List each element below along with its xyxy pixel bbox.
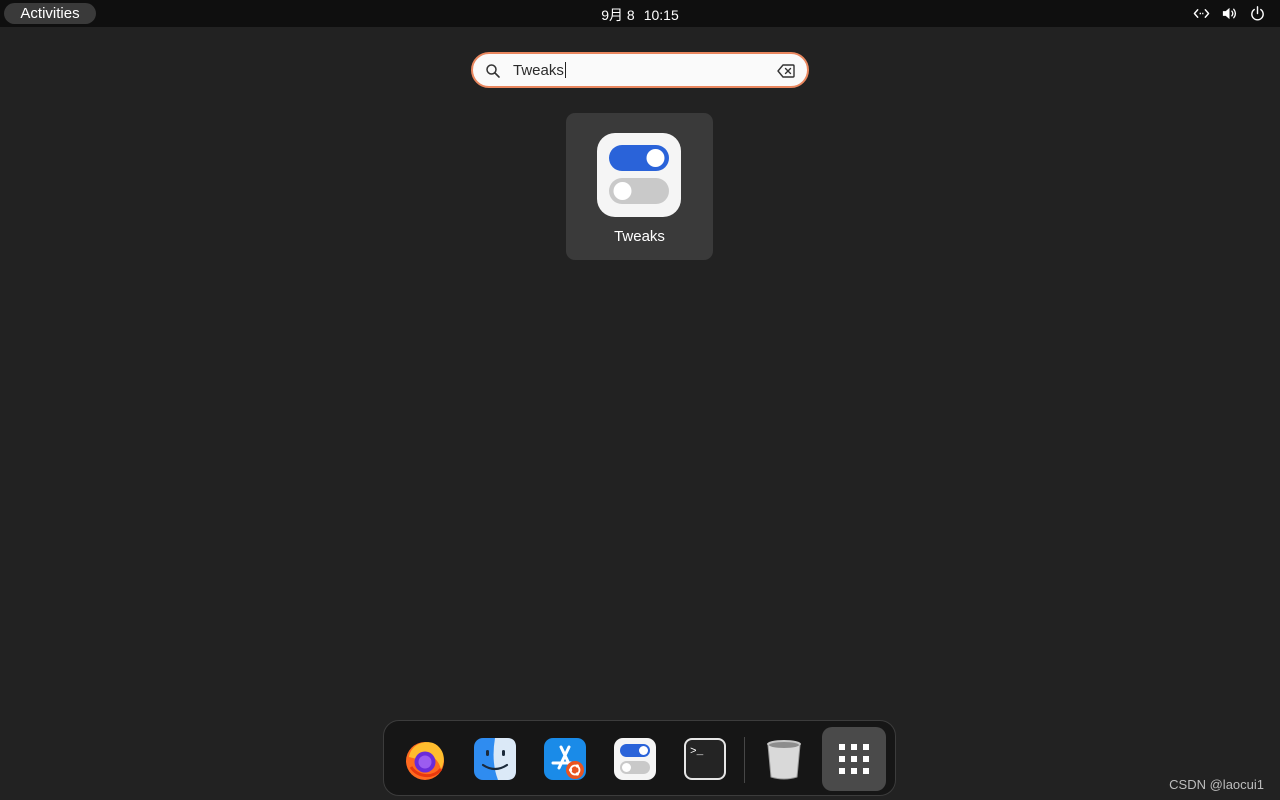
dock-separator <box>744 737 745 783</box>
system-tray[interactable] <box>1193 4 1266 22</box>
app-grid-icon <box>839 744 869 774</box>
search-input[interactable]: Tweaks <box>513 54 566 86</box>
tweaks-app-icon <box>597 133 681 217</box>
app-store-icon[interactable] <box>543 737 587 781</box>
trash-icon[interactable] <box>762 737 806 781</box>
firefox-icon[interactable] <box>403 737 447 781</box>
search-entry[interactable]: Tweaks <box>471 52 809 88</box>
search-icon <box>486 64 500 78</box>
volume-icon[interactable] <box>1221 5 1238 22</box>
clear-text-icon[interactable] <box>777 64 795 78</box>
clock-time: 10:15 <box>643 7 679 23</box>
terminal-prompt: >_ <box>690 746 704 758</box>
top-bar: Activities 9月 8 10:15 <box>0 0 1280 27</box>
search-result-tweaks[interactable]: Tweaks <box>566 113 713 260</box>
dock: >_ <box>383 720 896 796</box>
tweaks-icon <box>609 145 669 204</box>
clock-date: 9月 8 <box>601 7 635 23</box>
show-applications-button[interactable] <box>822 727 886 791</box>
activities-button[interactable]: Activities <box>4 3 96 24</box>
search-query-text: Tweaks <box>513 62 564 79</box>
finder-icon[interactable] <box>473 737 517 781</box>
text-cursor <box>564 62 566 78</box>
terminal-icon[interactable]: >_ <box>683 737 727 781</box>
tweaks-icon[interactable] <box>613 737 657 781</box>
power-icon[interactable] <box>1249 5 1266 22</box>
search-result-label: Tweaks <box>614 228 665 245</box>
watermark-text: CSDN @laocui1 <box>1169 777 1264 792</box>
network-wired-icon[interactable] <box>1193 5 1210 22</box>
clock-date-time[interactable]: 9月 8 10:15 <box>560 0 720 27</box>
